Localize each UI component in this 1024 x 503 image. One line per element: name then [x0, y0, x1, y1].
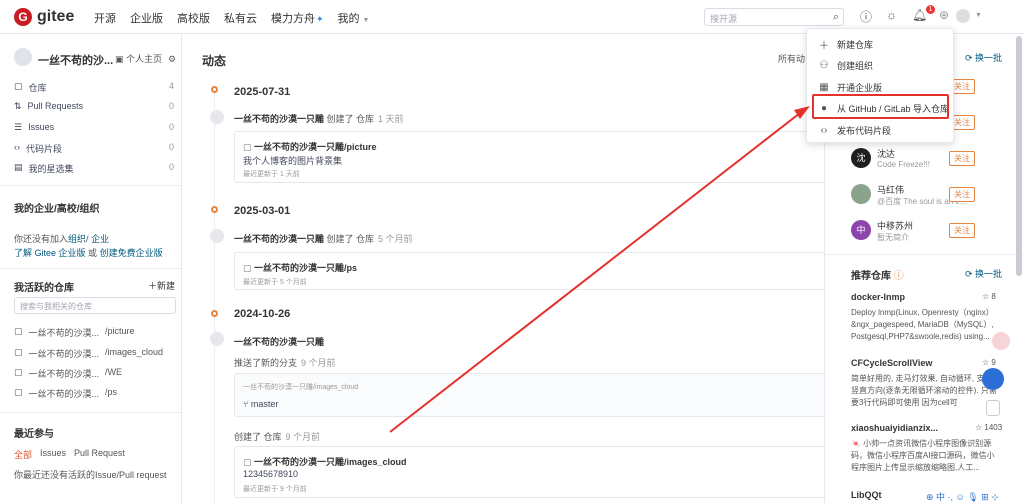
annotation-arrow: [389, 106, 810, 433]
arrow-line: [389, 112, 801, 433]
